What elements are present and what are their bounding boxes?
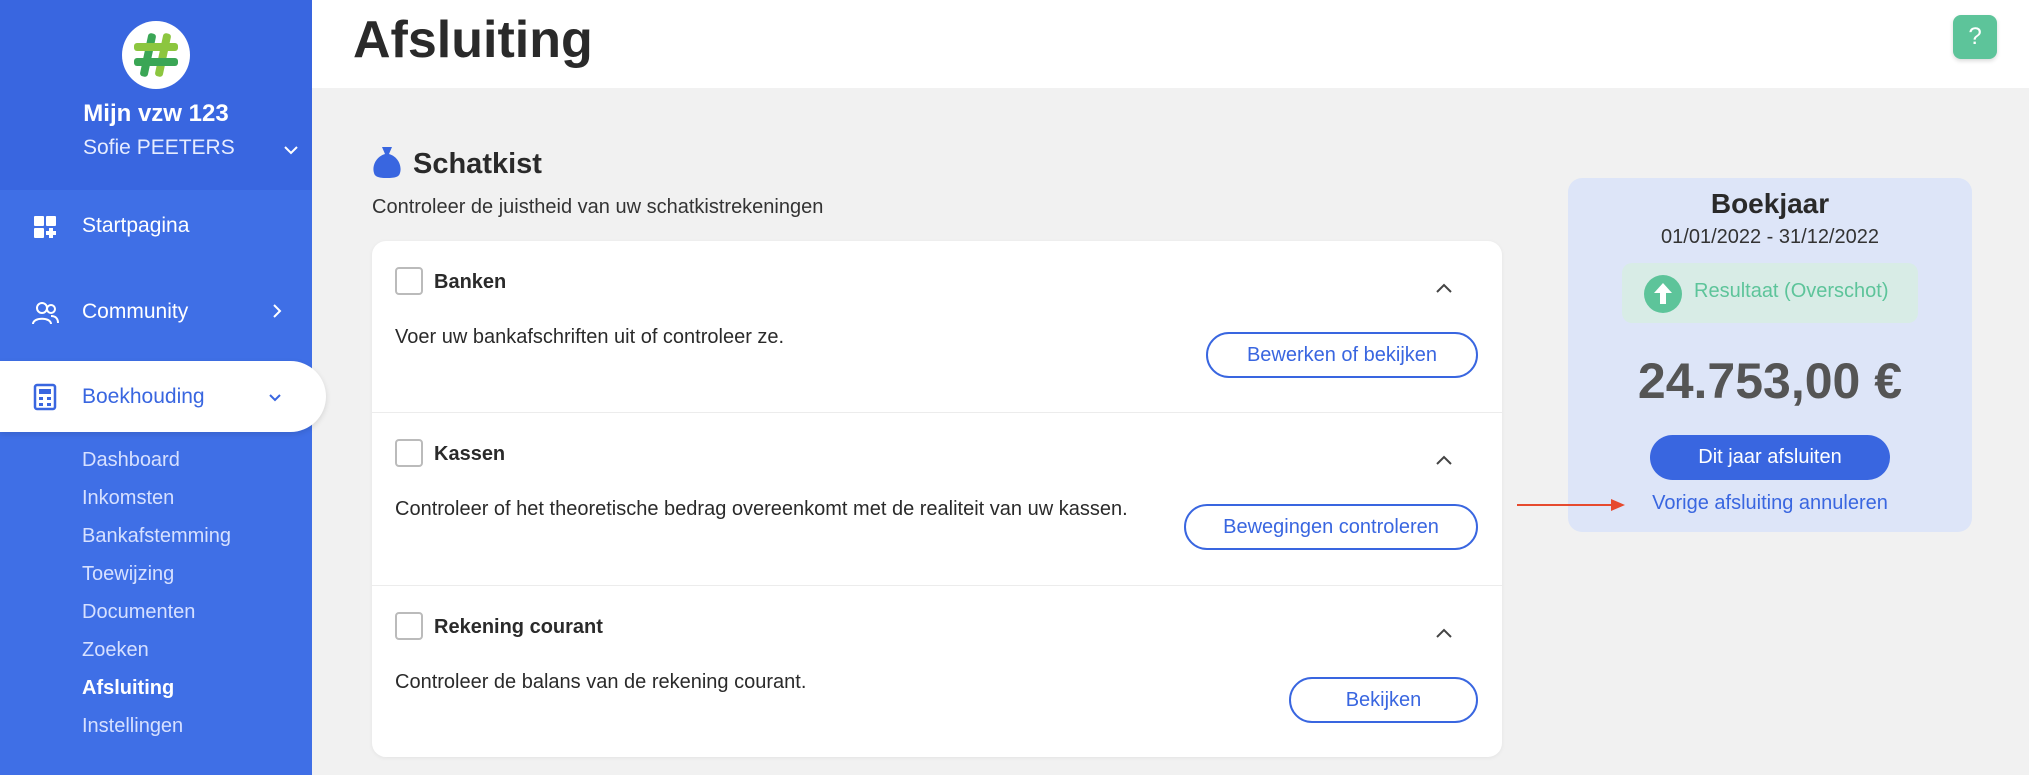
annotation-arrow-icon xyxy=(1517,499,1625,511)
treasury-row-banks: Banken Voer uw bankafschriften uit of co… xyxy=(372,241,1502,413)
chevron-right-icon xyxy=(273,304,282,318)
arrow-up-circle-icon xyxy=(1644,275,1682,313)
subnav-item-closing[interactable]: Afsluiting xyxy=(82,675,231,713)
help-button[interactable]: ? xyxy=(1953,15,1997,59)
user-name: Sofie PEETERS xyxy=(83,136,235,159)
edit-or-view-button[interactable]: Bewerken of bekijken xyxy=(1206,332,1478,378)
row-description: Controleer de balans van de rekening cou… xyxy=(395,671,807,693)
org-logo[interactable] xyxy=(122,21,190,89)
treasury-card: Banken Voer uw bankafschriften uit of co… xyxy=(372,241,1502,757)
chevron-up-icon[interactable] xyxy=(1433,622,1455,644)
money-bag-icon xyxy=(373,147,401,178)
subnav-item-settings[interactable]: Instellingen xyxy=(82,713,231,751)
treasury-row-cash: Kassen Controleer of het theoretische be… xyxy=(372,413,1502,585)
user-switcher[interactable]: Sofie PEETERS xyxy=(0,136,312,166)
chevron-up-icon[interactable] xyxy=(1433,277,1455,299)
cash-checkbox[interactable] xyxy=(395,439,423,467)
hashtag-logo-icon xyxy=(134,33,178,77)
subnav-item-income[interactable]: Inkomsten xyxy=(82,485,231,523)
page-title: Afsluiting xyxy=(353,11,593,69)
accounting-subnav: Dashboard Inkomsten Bankafstemming Toewi… xyxy=(82,447,231,751)
row-title: Kassen xyxy=(434,443,506,465)
section-subtitle: Controleer de juistheid van uw schatkist… xyxy=(372,196,824,218)
subnav-item-documents[interactable]: Documenten xyxy=(82,599,231,637)
nav-label-accounting: Boekhouding xyxy=(82,385,205,408)
chevron-down-icon xyxy=(269,394,281,402)
dashboard-grid-icon xyxy=(34,216,56,238)
cancel-previous-closing-link[interactable]: Vorige afsluiting annuleren xyxy=(1568,492,1972,515)
close-year-button[interactable]: Dit jaar afsluiten xyxy=(1650,435,1890,480)
banks-checkbox[interactable] xyxy=(395,267,423,295)
row-title: Banken xyxy=(434,271,507,293)
treasury-row-current-account: Rekening courant Controleer de balans va… xyxy=(372,586,1502,758)
fiscal-year-title: Boekjaar xyxy=(1710,188,1830,219)
users-icon xyxy=(32,302,59,325)
result-amount: 24.753,00 € xyxy=(1637,353,1903,409)
nav-item-community[interactable]: Community xyxy=(0,277,312,347)
fiscal-year-period: 01/01/2022 - 31/12/2022 xyxy=(1661,226,1879,248)
check-movements-button[interactable]: Bewegingen controleren xyxy=(1184,504,1478,550)
result-label: Resultaat (Overschot) xyxy=(1694,280,1889,302)
chevron-up-icon[interactable] xyxy=(1433,449,1455,471)
nav-item-accounting[interactable]: Boekhouding xyxy=(0,361,326,432)
row-description: Voer uw bankafschriften uit of controlee… xyxy=(395,326,785,348)
chevron-down-icon xyxy=(284,146,298,155)
org-name: Mijn vzw 123 xyxy=(83,100,229,127)
sidebar: Mijn vzw 123 Sofie PEETERS Startpagina C… xyxy=(0,0,326,775)
row-description: Controleer of het theoretische bedrag ov… xyxy=(395,498,1128,520)
subnav-item-allocation[interactable]: Toewijzing xyxy=(82,561,231,599)
subnav-item-bank-reconciliation[interactable]: Bankafstemming xyxy=(82,523,231,561)
nav-label-home: Startpagina xyxy=(82,214,190,237)
nav-item-home[interactable]: Startpagina xyxy=(0,191,312,261)
row-title: Rekening courant xyxy=(434,616,603,638)
result-badge: Resultaat (Overschot) xyxy=(1622,263,1918,323)
section-title: Schatkist xyxy=(413,148,542,180)
subnav-item-search[interactable]: Zoeken xyxy=(82,637,231,675)
subnav-item-dashboard[interactable]: Dashboard xyxy=(82,447,231,485)
nav-label-community: Community xyxy=(82,300,189,323)
calculator-icon xyxy=(33,383,57,411)
view-button[interactable]: Bekijken xyxy=(1289,677,1478,723)
current-account-checkbox[interactable] xyxy=(395,612,423,640)
page-header: Afsluiting xyxy=(312,0,2029,88)
